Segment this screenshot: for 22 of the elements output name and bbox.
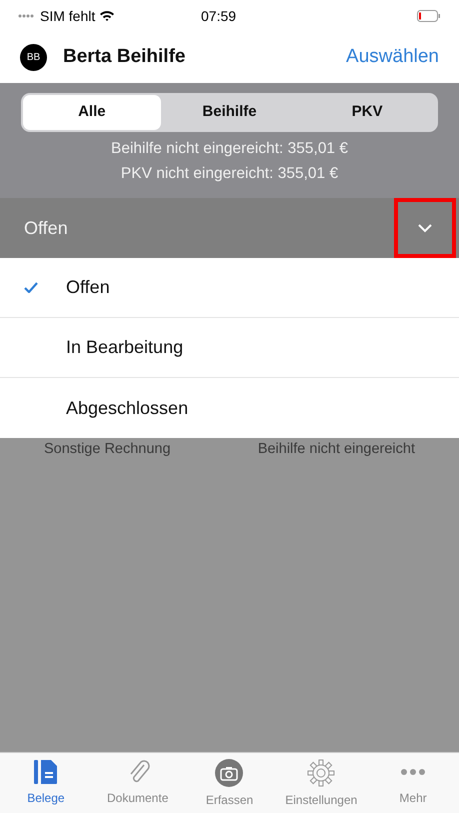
list-cell-text: Sonstige Rechnung (44, 440, 172, 458)
summary-text: PKV nicht eingereicht: 355,01 € (120, 164, 340, 184)
carrier-label: SIM fehlt (40, 6, 96, 26)
signal-dots-icon (18, 14, 36, 18)
camera-icon (215, 759, 244, 787)
settings-icon (307, 759, 336, 787)
account-name: Berta Beihilfe (63, 45, 186, 70)
more-icon (400, 769, 426, 775)
chevron-icon[interactable] (417, 223, 433, 233)
wifi-icon (99, 10, 116, 22)
avatar: BB (20, 44, 47, 71)
segment-tab[interactable]: Beihilfe (160, 95, 298, 130)
select-link[interactable]: Auswählen (346, 43, 439, 72)
summary-text: Beihilfe nicht eingereicht: 355,01 € (110, 139, 349, 159)
filter-label: Offen (24, 216, 68, 240)
segment-tab[interactable]: Alle (23, 95, 161, 130)
segment-tab[interactable]: PKV (298, 95, 436, 130)
document-icon (32, 759, 59, 785)
clock-time: 07:59 (201, 6, 236, 26)
list-cell: Beihilfe nicht eingereicht (258, 440, 415, 458)
battery-icon (417, 10, 441, 22)
tab-bar-item[interactable]: Belege (0, 753, 92, 813)
